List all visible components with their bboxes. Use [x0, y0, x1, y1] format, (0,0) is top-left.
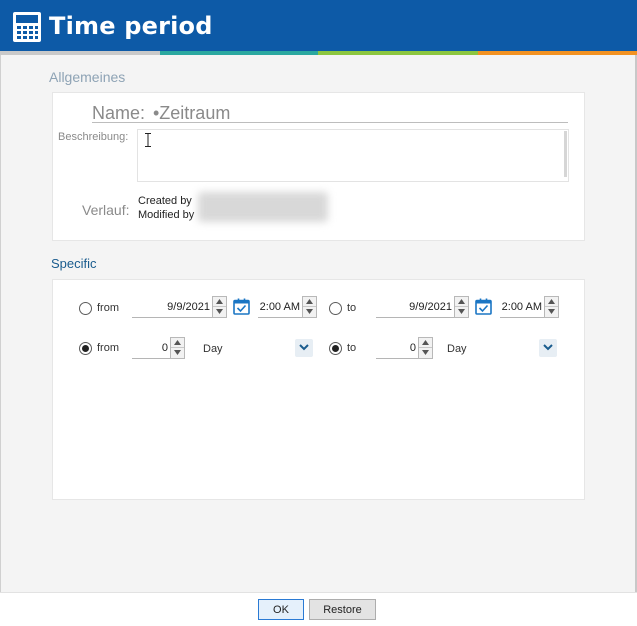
from-offset-input[interactable]: 0 — [132, 337, 170, 359]
accent-stripe-gray — [0, 51, 160, 55]
from-time-input[interactable]: 2:00 AM — [258, 296, 302, 318]
calendar-icon[interactable] — [233, 298, 250, 315]
chevron-down-icon — [543, 344, 553, 351]
ok-button[interactable]: OK — [258, 599, 304, 620]
spin-up-button[interactable] — [303, 297, 316, 307]
to-unit-dropdown-button[interactable] — [539, 339, 557, 357]
to-date-radio[interactable] — [329, 302, 342, 315]
spin-up-button[interactable] — [171, 338, 184, 348]
to-time-spinner[interactable] — [544, 296, 559, 318]
calendar-icon[interactable] — [475, 298, 492, 315]
spin-down-button[interactable] — [213, 307, 226, 317]
general-section-label: Allgemeines — [49, 69, 126, 85]
spin-up-button[interactable] — [455, 297, 468, 307]
title-bar: Time period — [0, 0, 637, 52]
chevron-down-icon — [299, 344, 309, 351]
spin-down-button[interactable] — [419, 348, 432, 358]
from-offset-spinner[interactable] — [170, 337, 185, 359]
to-date-label: to — [347, 302, 357, 314]
calculator-icon — [13, 12, 41, 42]
to-relative-radio[interactable] — [329, 342, 342, 355]
from-unit-select[interactable]: Day — [203, 343, 223, 355]
description-textarea[interactable] — [137, 129, 569, 182]
window-title: Time period — [49, 12, 213, 40]
text-cursor-icon — [145, 133, 151, 147]
to-date-input[interactable]: 9/9/2021 — [376, 296, 454, 318]
name-label: Name: — [92, 103, 146, 123]
from-relative-radio[interactable] — [79, 342, 92, 355]
history-label: Verlauf: — [82, 202, 130, 218]
specific-section-label: Specific — [51, 256, 97, 271]
window-border-left — [0, 55, 1, 626]
redacted-user-info — [198, 192, 328, 222]
spin-down-button[interactable] — [171, 348, 184, 358]
description-label: Beschreibung: — [58, 131, 129, 143]
restore-button[interactable]: Restore — [309, 599, 376, 620]
from-date-radio[interactable] — [79, 302, 92, 315]
spin-up-button[interactable] — [213, 297, 226, 307]
to-time-input[interactable]: 2:00 AM — [500, 296, 544, 318]
accent-stripe-green — [318, 51, 478, 55]
to-offset-spinner[interactable] — [418, 337, 433, 359]
name-field-underline — [92, 122, 568, 123]
to-unit-select[interactable]: Day — [447, 343, 467, 355]
spin-down-button[interactable] — [303, 307, 316, 317]
to-date-spinner[interactable] — [454, 296, 469, 318]
created-by-label: Created by — [138, 195, 192, 207]
name-field[interactable]: •Zeitraum — [153, 103, 230, 124]
spin-up-button[interactable] — [545, 297, 558, 307]
from-date-spinner[interactable] — [212, 296, 227, 318]
spin-down-button[interactable] — [455, 307, 468, 317]
spin-up-button[interactable] — [419, 338, 432, 348]
spin-down-button[interactable] — [545, 307, 558, 317]
from-date-input[interactable]: 9/9/2021 — [132, 296, 212, 318]
accent-stripe-orange — [478, 51, 637, 55]
description-scrollbar[interactable] — [564, 131, 567, 177]
from-date-label: from — [97, 302, 119, 314]
to-offset-input[interactable]: 0 — [376, 337, 418, 359]
accent-stripe-teal — [160, 51, 318, 55]
to-relative-label: to — [347, 342, 357, 354]
from-relative-label: from — [97, 342, 119, 354]
from-unit-dropdown-button[interactable] — [295, 339, 313, 357]
modified-by-label: Modified by — [138, 209, 195, 221]
from-time-spinner[interactable] — [302, 296, 317, 318]
